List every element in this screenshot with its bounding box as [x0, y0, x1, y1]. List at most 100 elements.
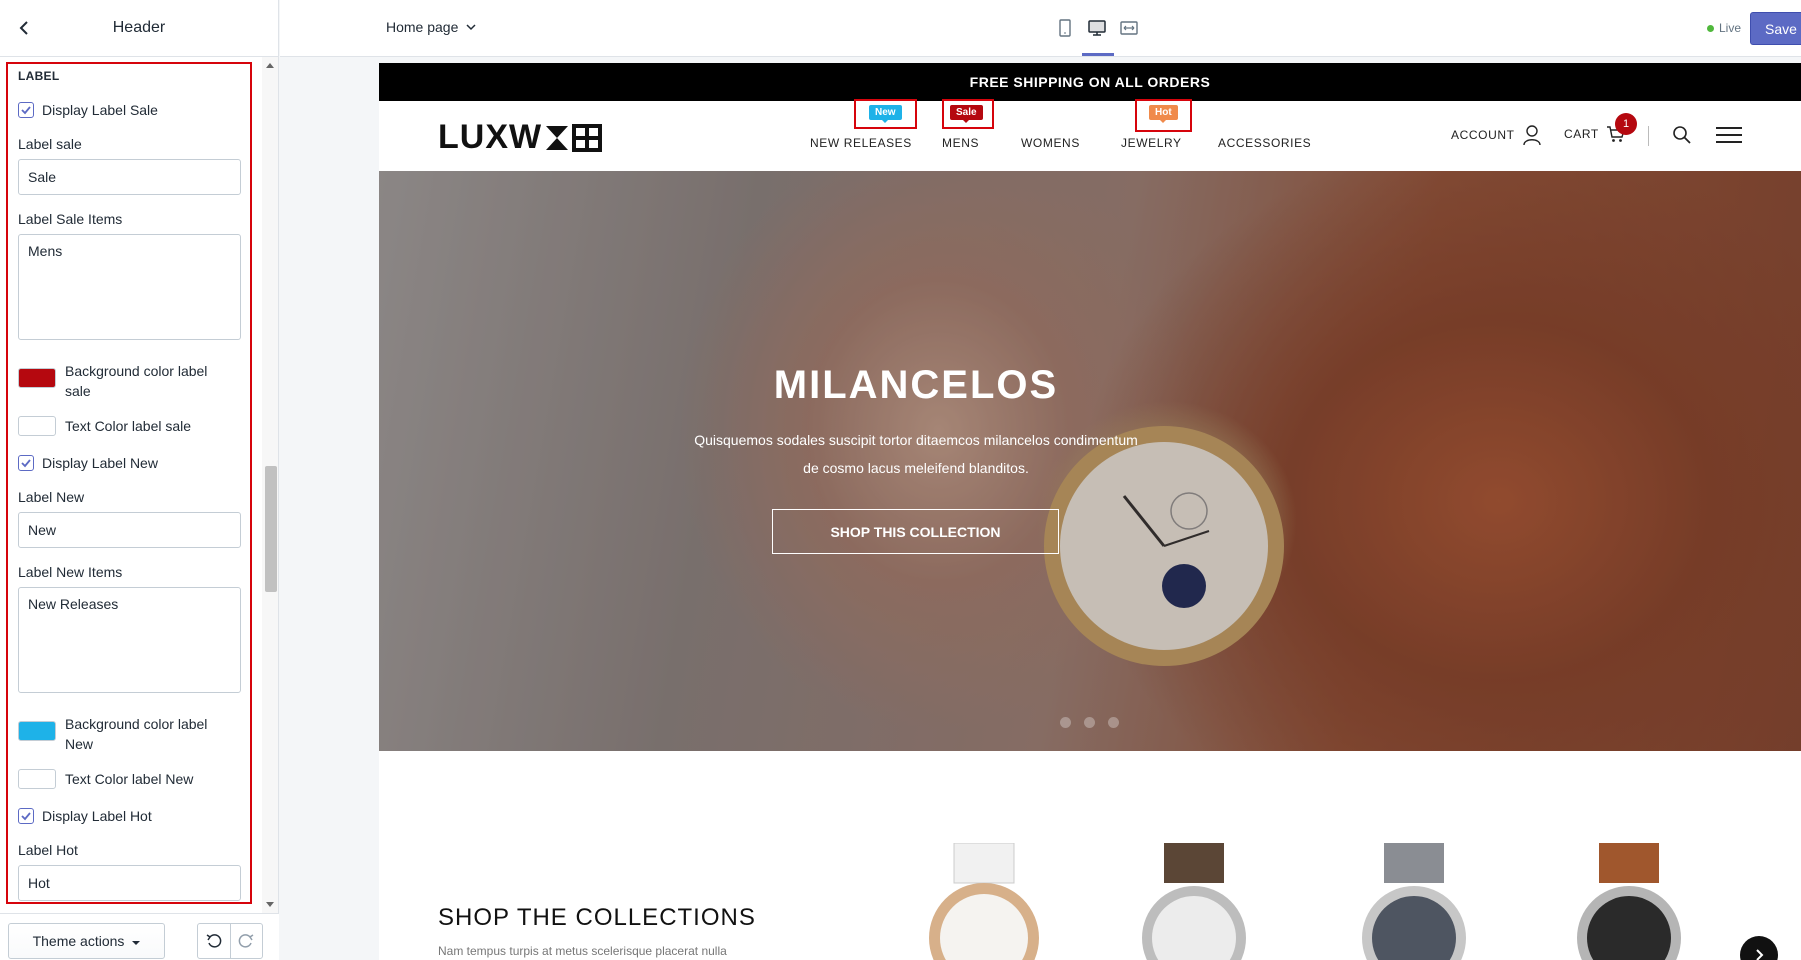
hamburger-menu-icon[interactable] [1715, 125, 1743, 145]
label-new-input[interactable] [18, 512, 241, 548]
sidebar-header: Header [0, 0, 278, 57]
label-hot-label: Label Hot [18, 842, 78, 858]
logo-text: LUXW [438, 118, 543, 156]
fullwidth-view-button[interactable] [1119, 17, 1139, 39]
store-header: LUXW NEW RELEASES MENS WOMENS JEWELRY AC… [379, 99, 1801, 171]
section-heading: LABEL [18, 69, 60, 83]
text-color-sale-row: Text Color label sale [18, 416, 241, 436]
label-sale-items-label: Label Sale Items [18, 211, 123, 227]
save-button[interactable]: Save [1750, 12, 1801, 45]
display-label-new-text: Display Label New [42, 455, 158, 471]
bg-color-sale-swatch[interactable] [18, 368, 56, 388]
account-link[interactable]: ACCOUNT [1451, 124, 1542, 146]
chevron-down-icon [466, 24, 476, 31]
logo-mark-icon [546, 123, 603, 152]
store-preview[interactable]: FREE SHIPPING ON ALL ORDERS LUXW NEW REL… [379, 63, 1801, 960]
collections-section: SHOP THE COLLECTIONS Nam tempus turpis a… [379, 751, 1801, 960]
label-new-label: Label New [18, 489, 85, 505]
shop-collection-button[interactable]: SHOP THIS COLLECTION [772, 509, 1059, 554]
nav-new-releases[interactable]: NEW RELEASES [810, 136, 912, 150]
label-new-items-textarea[interactable]: New Releases [18, 587, 241, 693]
mobile-view-button[interactable] [1055, 17, 1075, 39]
cart-count-badge: 1 [1615, 113, 1637, 135]
settings-scroll-area[interactable]: LABEL Display Label Sale Label sale Labe… [0, 57, 279, 913]
announcement-bar: FREE SHIPPING ON ALL ORDERS [379, 63, 1801, 101]
theme-actions-button[interactable]: Theme actions [8, 923, 165, 959]
bg-color-sale-row: Background color label sale [18, 361, 241, 401]
badge-sale: Sale [950, 105, 983, 123]
scroll-up-arrow-icon[interactable] [266, 63, 274, 68]
display-label-sale-text: Display Label Sale [42, 102, 158, 118]
hero-slideshow[interactable]: MILANCELOS Quisquemos sodales suscipit t… [379, 171, 1801, 751]
editor-topbar: Home page Live Save [280, 0, 1801, 57]
text-color-sale-swatch[interactable] [18, 416, 56, 436]
undo-icon [206, 934, 222, 948]
label-sale-input[interactable] [18, 159, 241, 195]
label-new-items-label: Label New Items [18, 564, 123, 580]
undo-redo-group [197, 923, 263, 959]
text-color-new-swatch[interactable] [18, 769, 56, 789]
account-label: ACCOUNT [1451, 128, 1515, 142]
text-color-new-row: Text Color label New [18, 769, 241, 789]
live-status-label: Live [1719, 21, 1742, 35]
bg-color-sale-label: Background color label sale [65, 363, 208, 399]
device-switcher [1055, 17, 1139, 39]
collections-title: SHOP THE COLLECTIONS [438, 904, 756, 931]
editor-sidebar: Header LABEL Display Label Sale Label sa… [0, 0, 279, 960]
redo-icon [238, 934, 254, 948]
active-device-indicator [1082, 53, 1114, 56]
undo-button[interactable] [198, 924, 230, 958]
cart-label: CART [1564, 127, 1599, 141]
search-icon[interactable] [1672, 125, 1692, 145]
chevron-right-icon [1756, 949, 1764, 960]
slide-dot[interactable] [1060, 717, 1071, 728]
sidebar-title: Header [112, 19, 166, 36]
carousel-next-button[interactable] [1740, 936, 1778, 960]
nav-womens[interactable]: WOMENS [1021, 136, 1080, 150]
bg-color-new-row: Background color label New [18, 714, 241, 754]
label-sale-label: Label sale [18, 136, 82, 152]
slide-dot[interactable] [1084, 717, 1095, 728]
redo-button[interactable] [229, 924, 263, 958]
label-sale-items-textarea[interactable]: Mens [18, 234, 241, 340]
badge-new: New [869, 105, 902, 123]
expand-icon [1120, 21, 1138, 35]
live-status: Live [1707, 21, 1741, 35]
display-label-hot-row[interactable]: Display Label Hot [18, 807, 241, 825]
product-watch-4[interactable] [1549, 843, 1709, 960]
slide-dot[interactable] [1108, 717, 1119, 728]
desktop-view-button[interactable] [1087, 17, 1107, 39]
slide-dots [1060, 717, 1119, 728]
sidebar-scrollbar[interactable] [262, 57, 278, 913]
page-selector[interactable]: Home page [386, 19, 478, 35]
scroll-down-arrow-icon[interactable] [266, 902, 274, 907]
bg-color-new-swatch[interactable] [18, 721, 56, 741]
display-label-new-checkbox[interactable] [18, 455, 34, 471]
product-watch-2[interactable] [1119, 843, 1269, 960]
back-arrow-icon[interactable] [14, 18, 34, 38]
hero-subtitle: Quisquemos sodales suscipit tortor ditae… [694, 432, 1138, 476]
badge-hot: Hot [1149, 105, 1178, 123]
display-label-hot-checkbox[interactable] [18, 808, 34, 824]
desktop-icon [1088, 20, 1106, 36]
theme-actions-label: Theme actions [32, 933, 125, 949]
sidebar-footer: Theme actions [0, 913, 279, 960]
display-label-sale-checkbox[interactable] [18, 102, 34, 118]
nav-jewelry[interactable]: JEWELRY [1121, 136, 1182, 150]
caret-down-icon [132, 941, 141, 945]
store-logo[interactable]: LUXW [438, 118, 604, 157]
header-divider [1648, 126, 1649, 146]
checkmark-icon [21, 812, 31, 821]
scrollbar-thumb[interactable] [265, 466, 277, 592]
display-label-new-row[interactable]: Display Label New [18, 454, 241, 472]
nav-mens[interactable]: MENS [942, 136, 979, 150]
product-watch-3[interactable] [1339, 843, 1489, 960]
label-hot-input[interactable] [18, 865, 241, 901]
display-label-hot-text: Display Label Hot [42, 808, 152, 824]
user-icon [1522, 125, 1541, 146]
checkmark-icon [21, 106, 31, 115]
label-settings: LABEL Display Label Sale Label sale Labe… [18, 69, 241, 913]
nav-accessories[interactable]: ACCESSORIES [1218, 136, 1311, 150]
product-watch-1[interactable] [899, 843, 1069, 960]
display-label-sale-row[interactable]: Display Label Sale [18, 101, 241, 119]
